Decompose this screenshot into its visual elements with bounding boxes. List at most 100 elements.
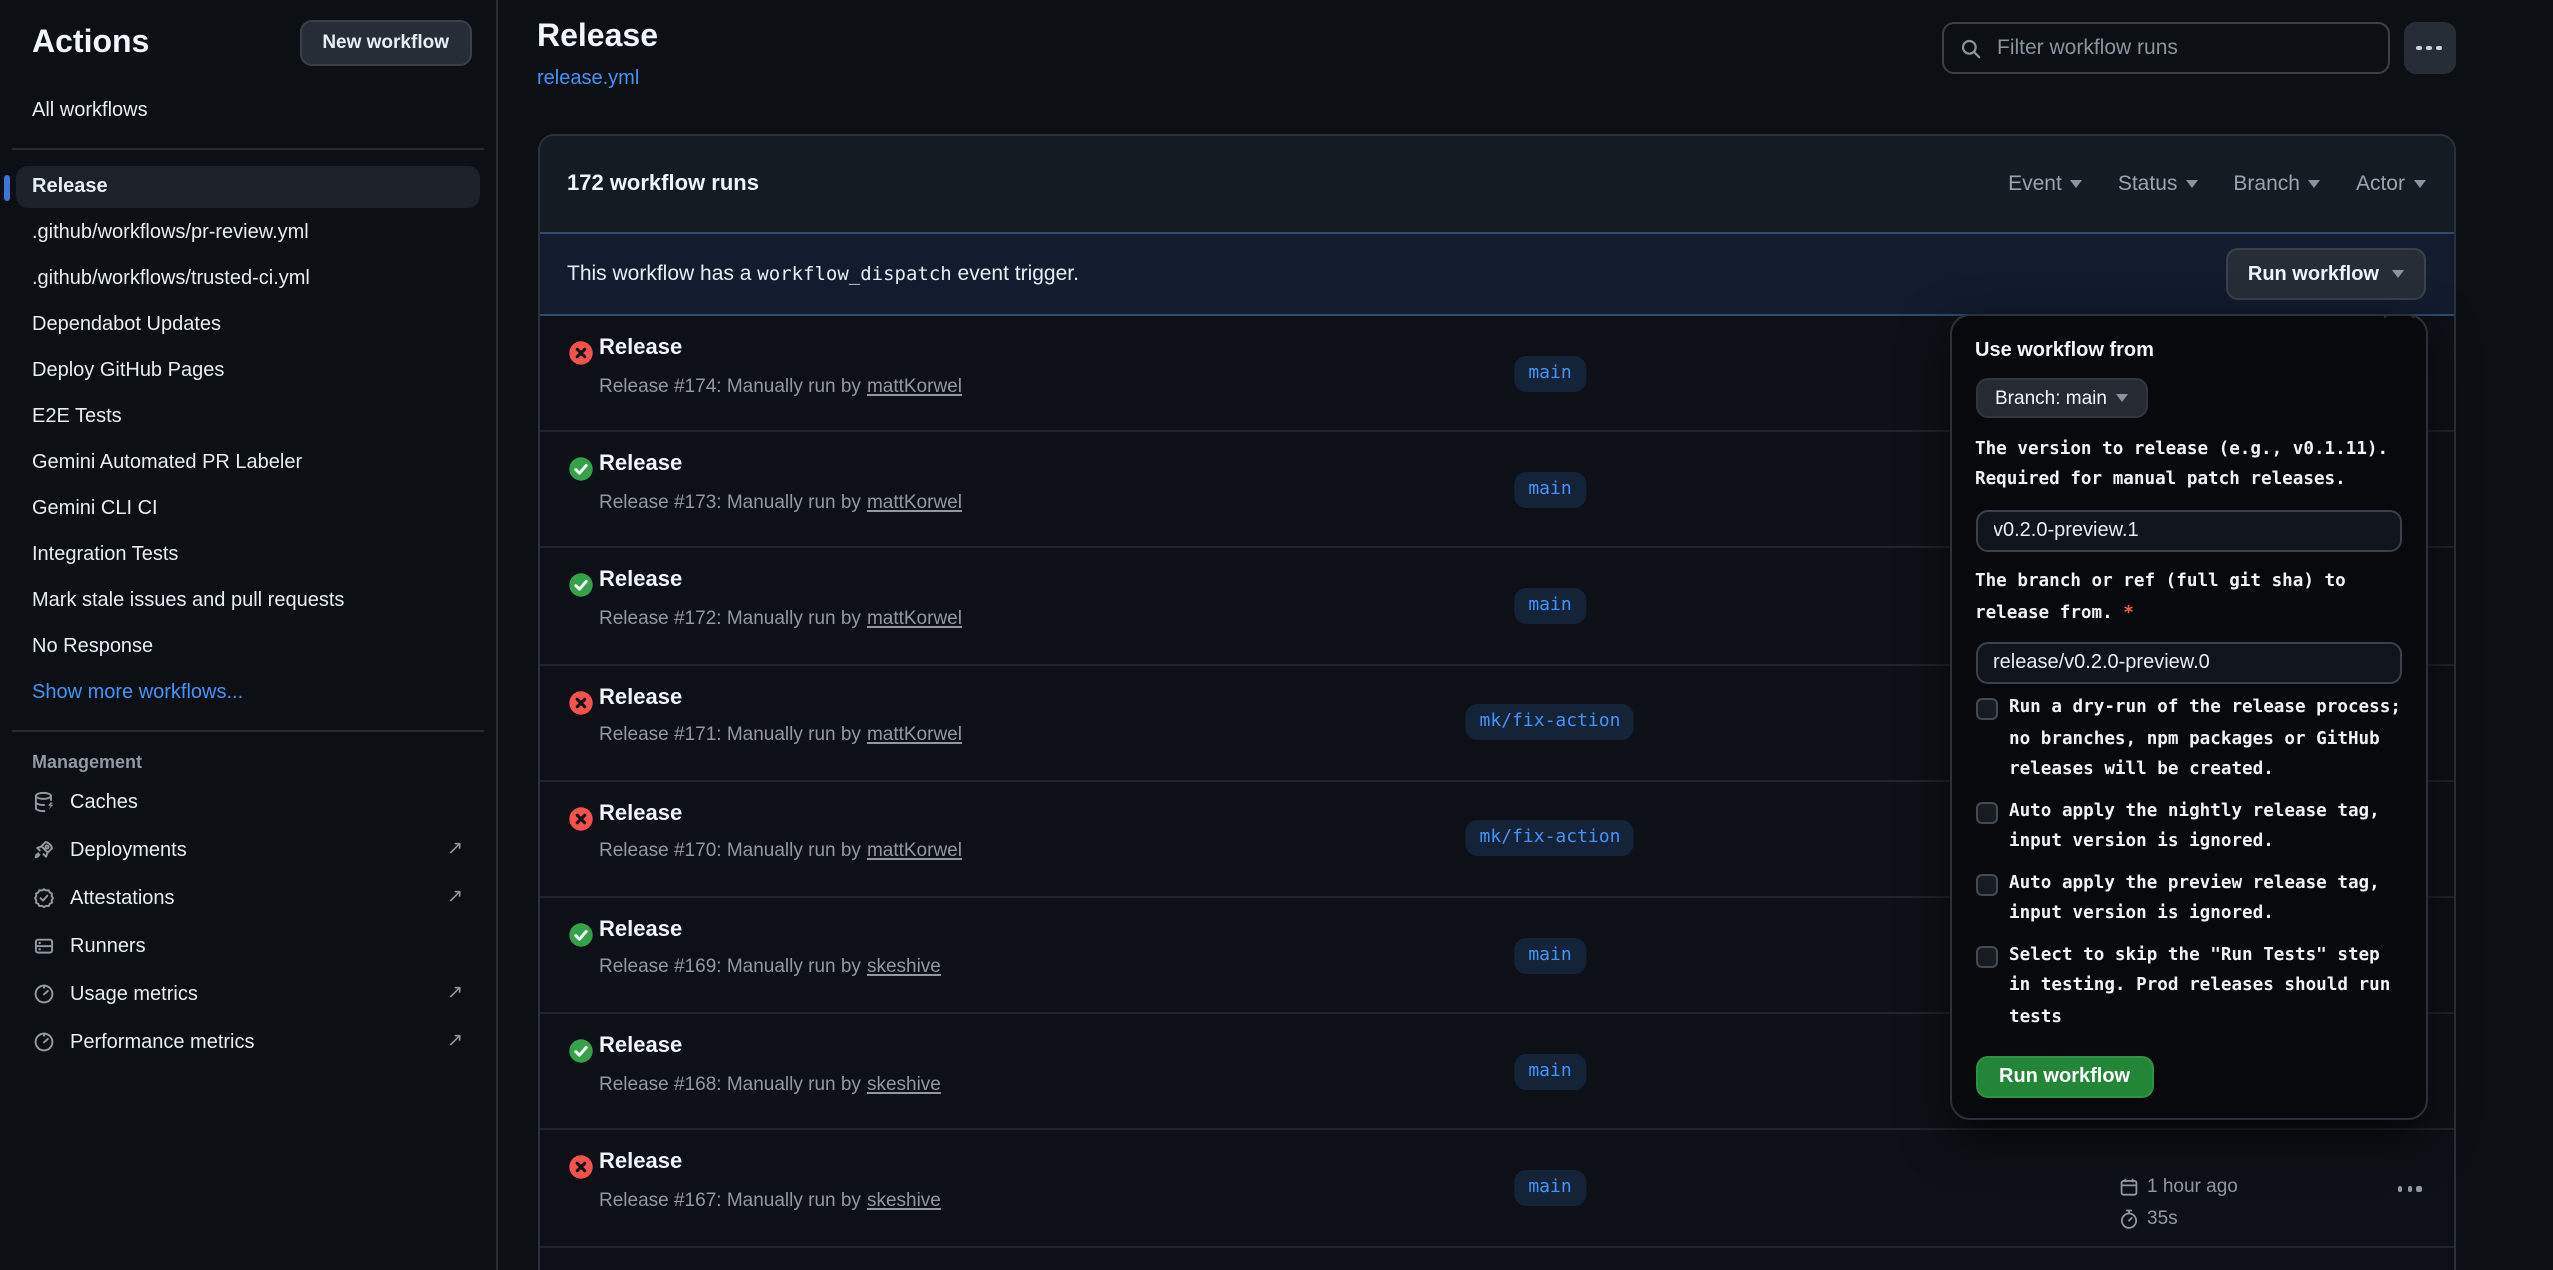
- filter-runs-searchbox[interactable]: [1941, 22, 2389, 74]
- external-link-icon: ↗: [447, 889, 463, 908]
- branch-badge[interactable]: main: [1514, 355, 1585, 391]
- field-description: The version to release (e.g., v0.1.11). …: [1975, 435, 2401, 497]
- sidebar-item-workflow[interactable]: Show more workflows...: [16, 672, 479, 714]
- chevron-down-icon: [2391, 270, 2403, 278]
- branch-badge[interactable]: mk/fix-action: [1466, 821, 1635, 857]
- field-input[interactable]: [1975, 642, 2401, 684]
- branch-badge[interactable]: main: [1514, 472, 1585, 508]
- sidebar-item-workflow[interactable]: Gemini CLI CI: [16, 488, 479, 530]
- field-input[interactable]: [1975, 509, 2401, 551]
- branch-badge[interactable]: main: [1514, 937, 1585, 973]
- sidebar-item-workflow[interactable]: Release: [16, 166, 479, 208]
- run-title-link[interactable]: Release: [599, 1151, 682, 1175]
- management-list: CachesDeployments↗Attestations↗RunnersUs…: [16, 780, 479, 1064]
- filter-dropdown-branch[interactable]: Branch: [2233, 172, 2320, 196]
- run-description: Release #170: Manually run bymattKorwel: [599, 841, 962, 863]
- checkbox[interactable]: [1975, 945, 1997, 967]
- sidebar-item-label: Runners: [70, 935, 146, 957]
- filter-dropdown-actor[interactable]: Actor: [2356, 172, 2425, 196]
- checkbox[interactable]: [1975, 698, 1997, 720]
- sidebar-item-label: Deployments: [70, 839, 187, 861]
- actor-link[interactable]: mattKorwel: [867, 491, 962, 513]
- sidebar-title: Actions: [32, 25, 149, 61]
- branch-selector-button[interactable]: Branch: main: [1975, 378, 2149, 418]
- new-workflow-button[interactable]: New workflow: [300, 20, 471, 66]
- sidebar-item-workflow[interactable]: Mark stale issues and pull requests: [16, 580, 479, 622]
- workflow-dispatch-banner: This workflow has a workflow_dispatch ev…: [539, 232, 2453, 316]
- panel-title: Use workflow from: [1975, 340, 2401, 362]
- actor-link[interactable]: skeshive: [867, 1073, 941, 1095]
- banner-text: This workflow has a workflow_dispatch ev…: [567, 262, 1079, 286]
- actor-link[interactable]: mattKorwel: [867, 841, 962, 863]
- sidebar-item-workflow[interactable]: Integration Tests: [16, 534, 479, 576]
- sidebar-item-workflow[interactable]: No Response: [16, 626, 479, 668]
- actor-link[interactable]: mattKorwel: [867, 608, 962, 630]
- chevron-down-icon: [2185, 180, 2197, 188]
- header-kebab-button[interactable]: [2403, 22, 2455, 74]
- checkbox-row: Auto apply the nightly release tag, inpu…: [1975, 797, 2401, 859]
- row-kebab-button[interactable]: [2398, 1187, 2421, 1191]
- sidebar-item-workflow[interactable]: E2E Tests: [16, 396, 479, 438]
- run-title-link[interactable]: Release: [599, 452, 682, 476]
- sidebar-item-label: Attestations: [70, 887, 175, 909]
- run-description: Release #169: Manually run byskeshive: [599, 957, 941, 979]
- run-title-link[interactable]: Release: [599, 336, 682, 360]
- filter-dropdown-event[interactable]: Event: [2008, 172, 2082, 196]
- actor-link[interactable]: skeshive: [867, 1190, 941, 1212]
- run-title-link[interactable]: Release: [599, 1034, 682, 1058]
- filter-dropdown-status[interactable]: Status: [2118, 172, 2198, 196]
- search-input[interactable]: [1993, 34, 2371, 62]
- sidebar-item-management[interactable]: Performance metrics ↗: [16, 1020, 479, 1064]
- sidebar-item-management[interactable]: Caches: [16, 780, 479, 824]
- branch-badge[interactable]: main: [1514, 1170, 1585, 1206]
- actor-link[interactable]: skeshive: [867, 957, 941, 979]
- sidebar-divider: [12, 148, 483, 150]
- chevron-down-icon: [2308, 180, 2320, 188]
- external-link-icon: ↗: [447, 1033, 463, 1052]
- database-icon: [32, 790, 56, 814]
- failure-icon: [568, 1155, 594, 1181]
- sidebar-item-workflow[interactable]: Gemini Automated PR Labeler: [16, 442, 479, 484]
- search-icon: [1959, 37, 1981, 59]
- run-title-link[interactable]: Release: [599, 685, 682, 709]
- run-title-link[interactable]: Release: [599, 569, 682, 593]
- actions-sidebar: Actions New workflow All workflows Relea…: [0, 0, 497, 1270]
- chevron-down-icon: [2070, 180, 2082, 188]
- branch-badge[interactable]: mk/fix-action: [1466, 704, 1635, 740]
- sidebar-item-management[interactable]: Runners: [16, 924, 479, 968]
- run-title-link[interactable]: Release: [599, 802, 682, 826]
- checkbox[interactable]: [1975, 873, 1997, 895]
- sidebar-item-label: Caches: [70, 791, 138, 813]
- sidebar-item-management[interactable]: Deployments↗: [16, 828, 479, 872]
- panel-checkboxes: Run a dry-run of the release process; no…: [1975, 694, 2401, 1034]
- actor-link[interactable]: mattKorwel: [867, 375, 962, 397]
- sidebar-divider: [12, 730, 483, 732]
- server-icon: [32, 934, 56, 958]
- sidebar-item-label: Performance metrics: [70, 1031, 255, 1053]
- checkbox-label: Auto apply the nightly release tag, inpu…: [2009, 797, 2401, 859]
- sidebar-item-workflow[interactable]: Deploy GitHub Pages: [16, 350, 479, 392]
- workflow-file-link[interactable]: release.yml: [537, 68, 639, 90]
- run-workflow-submit-button[interactable]: Run workflow: [1975, 1056, 2154, 1098]
- sidebar-item-all-workflows[interactable]: All workflows: [16, 90, 479, 132]
- checkbox[interactable]: [1975, 801, 1997, 823]
- run-workflow-dropdown-button[interactable]: Run workflow: [2226, 248, 2425, 300]
- sidebar-item-workflow[interactable]: Dependabot Updates: [16, 304, 479, 346]
- branch-badge[interactable]: main: [1514, 588, 1585, 624]
- sidebar-item-management[interactable]: Usage metrics↗: [16, 972, 479, 1016]
- run-description: Release #174: Manually run bymattKorwel: [599, 375, 962, 397]
- checkbox-label: Auto apply the preview release tag, inpu…: [2009, 869, 2401, 931]
- run-title-link[interactable]: Release: [599, 918, 682, 942]
- sidebar-item-workflow[interactable]: .github/workflows/pr-review.yml: [16, 212, 479, 254]
- gauge-icon: [32, 982, 56, 1006]
- run-workflow-panel: Use workflow from Branch: main The versi…: [1949, 314, 2427, 1120]
- run-description: Release #168: Manually run byskeshive: [599, 1073, 941, 1095]
- field-description: The branch or ref (full git sha) to rele…: [1975, 568, 2401, 630]
- sidebar-item-workflow[interactable]: .github/workflows/trusted-ci.yml: [16, 258, 479, 300]
- branch-badge[interactable]: main: [1514, 1053, 1585, 1089]
- failure-icon: [568, 689, 594, 715]
- workflow-run-row[interactable]: Release Release #167: Manually run byske…: [539, 1131, 2453, 1247]
- actor-link[interactable]: mattKorwel: [867, 724, 962, 746]
- sidebar-item-management[interactable]: Attestations ↗: [16, 876, 479, 920]
- run-description: Release #167: Manually run byskeshive: [599, 1190, 941, 1212]
